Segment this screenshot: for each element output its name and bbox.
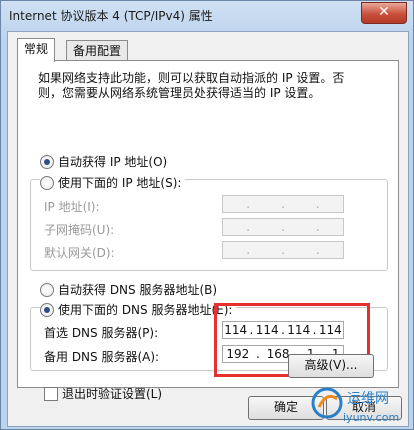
default-gateway-input[interactable]: ... bbox=[222, 241, 344, 259]
checkbox-box bbox=[44, 386, 58, 401]
general-panel: 如果网络支持此功能，则可以获取自动指派的 IP 设置。否则，您需要从网络系统管理… bbox=[17, 60, 399, 401]
alternate-dns-label: 备用 DNS 服务器(A): bbox=[44, 350, 160, 364]
auto-dns-label: 自动获得 DNS 服务器地址(B) bbox=[58, 283, 218, 297]
manual-dns-label: 使用下面的 DNS 服务器地址(E): bbox=[58, 303, 233, 317]
auto-dns-radio[interactable]: 自动获得 DNS 服务器地址(B) bbox=[40, 281, 217, 298]
auto-ip-radio[interactable]: 自动获得 IP 地址(O) bbox=[40, 153, 167, 170]
tab-general[interactable]: 常规 bbox=[17, 38, 56, 62]
ok-button[interactable]: 确定 bbox=[248, 396, 324, 420]
preferred-dns-label: 首选 DNS 服务器(P): bbox=[44, 326, 159, 340]
validate-label: 退出时验证设置(L) bbox=[62, 387, 163, 401]
dialog-window: Internet 协议版本 4 (TCP/IPv4) 属性 ✕ 常规 备用配置 … bbox=[0, 0, 414, 430]
manual-dns-radio[interactable]: 使用下面的 DNS 服务器地址(E): bbox=[40, 301, 237, 318]
tab-alternate-config[interactable]: 备用配置 bbox=[66, 40, 129, 61]
advanced-button[interactable]: 高级(V)... bbox=[288, 354, 374, 378]
subnet-mask-label: 子网掩码(U): bbox=[44, 223, 115, 237]
cancel-button[interactable]: 取消 bbox=[326, 396, 402, 420]
subnet-mask-input[interactable]: ... bbox=[222, 218, 344, 236]
description-text: 如果网络支持此功能，则可以获取自动指派的 IP 设置。否则，您需要从网络系统管理… bbox=[38, 71, 345, 100]
window-title: Internet 协议版本 4 (TCP/IPv4) 属性 bbox=[9, 9, 213, 23]
manual-ip-label: 使用下面的 IP 地址(S): bbox=[58, 176, 182, 190]
auto-ip-label: 自动获得 IP 地址(O) bbox=[58, 155, 168, 169]
default-gateway-label: 默认网关(D): bbox=[44, 246, 115, 260]
manual-ip-radio[interactable]: 使用下面的 IP 地址(S): bbox=[40, 174, 186, 191]
radio-dot bbox=[40, 302, 54, 317]
validate-checkbox[interactable]: 退出时验证设置(L) bbox=[44, 385, 162, 402]
radio-dot bbox=[40, 154, 54, 169]
dialog-body: 常规 备用配置 如果网络支持此功能，则可以获取自动指派的 IP 设置。否则，您需… bbox=[7, 31, 409, 427]
ip-address-input[interactable]: ... bbox=[222, 195, 344, 213]
close-button[interactable]: ✕ bbox=[361, 2, 407, 24]
ip-address-label: IP 地址(I): bbox=[44, 200, 100, 214]
radio-dot bbox=[40, 282, 54, 297]
radio-dot bbox=[40, 175, 54, 190]
